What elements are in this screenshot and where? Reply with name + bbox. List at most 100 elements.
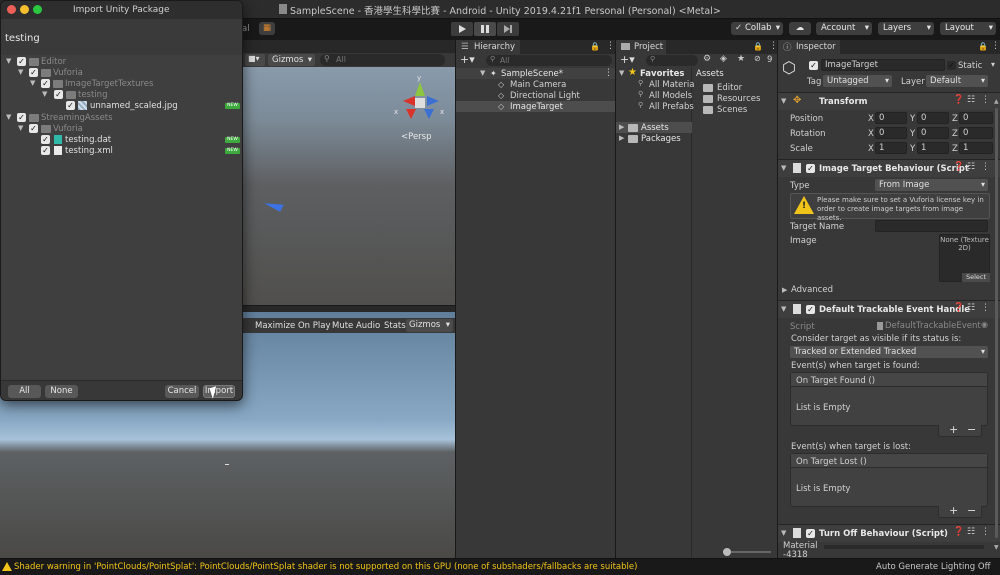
checkbox[interactable]	[29, 124, 38, 133]
expand-arrow-icon[interactable]: ▼	[781, 97, 786, 105]
expand-arrow-icon[interactable]: ▶	[619, 134, 624, 142]
minimize-window-button[interactable]	[20, 5, 29, 14]
add-event-button[interactable]: +	[949, 423, 958, 436]
checkbox[interactable]	[66, 101, 75, 110]
expand-arrow-icon[interactable]: ▶	[619, 123, 624, 131]
more-menu-icon[interactable]: ⋮	[981, 303, 990, 313]
expand-arrow-icon[interactable]: ▼	[18, 124, 23, 132]
preset-icon[interactable]: ☷	[967, 95, 975, 105]
checkbox[interactable]	[17, 57, 26, 66]
account-dropdown[interactable]: Account ▾	[816, 22, 872, 35]
hierarchy-item[interactable]: ◇ ImageTarget	[456, 101, 615, 112]
target-name-field[interactable]	[875, 220, 988, 232]
preset-icon[interactable]: ☷	[967, 162, 975, 172]
select-none-button[interactable]: None	[45, 385, 78, 398]
expand-arrow-icon[interactable]: ▼	[480, 69, 485, 77]
zoom-window-button[interactable]	[33, 5, 42, 14]
label-filter-icon[interactable]: ◈	[720, 54, 727, 64]
select-all-button[interactable]: All	[8, 385, 41, 398]
status-warning-message[interactable]: Shader warning in 'PointClouds/PointSpla…	[14, 562, 637, 572]
checkbox[interactable]	[41, 135, 50, 144]
tree-row[interactable]: ▼ StreamingAssets	[1, 112, 242, 123]
filter-type-icon[interactable]: ⚙	[703, 54, 711, 64]
help-icon[interactable]: ❓	[953, 162, 964, 172]
more-menu-icon[interactable]: ⋮	[981, 95, 990, 105]
create-plus-icon[interactable]: +▾	[460, 53, 475, 66]
active-checkbox[interactable]	[809, 61, 818, 70]
tree-row[interactable]: testing.xml NEW	[1, 145, 242, 156]
asset-folder[interactable]: Editor	[693, 82, 777, 93]
tree-row[interactable]: ▼ Editor	[1, 56, 242, 67]
cloud-button[interactable]: ☁	[789, 22, 811, 35]
component-enabled-checkbox[interactable]	[806, 305, 815, 314]
icon-size-slider[interactable]	[723, 548, 771, 556]
tree-row-assets[interactable]: ▶ Assets	[616, 122, 692, 133]
favorite-item[interactable]: ⚲ All Models	[616, 90, 692, 101]
checkbox[interactable]	[29, 68, 38, 77]
remove-event-button[interactable]: −	[967, 504, 976, 517]
position-z-field[interactable]: 0	[959, 112, 993, 124]
expand-arrow-icon[interactable]: ▼	[6, 113, 11, 121]
scene-gizmos-dropdown[interactable]: Gizmos ▾	[268, 54, 315, 66]
step-button[interactable]	[497, 22, 519, 36]
tab-project[interactable]: Project	[616, 40, 666, 54]
asset-folder[interactable]: Scenes	[693, 104, 777, 115]
hierarchy-item[interactable]: ◇ Main Camera	[456, 79, 615, 90]
tree-row[interactable]: testing.dat NEW	[1, 134, 242, 145]
advanced-foldout[interactable]: ▶ Advanced	[778, 284, 1000, 296]
type-dropdown[interactable]: From Image	[875, 179, 988, 191]
more-menu-icon[interactable]: ⋮	[991, 41, 1000, 51]
expand-arrow-icon[interactable]: ▼	[619, 69, 624, 77]
tree-row[interactable]: unnamed_scaled.jpg NEW	[1, 100, 242, 111]
expand-arrow-icon[interactable]: ▼	[30, 79, 35, 87]
layer-dropdown[interactable]: Default	[926, 75, 988, 87]
cancel-button[interactable]: Cancel	[165, 385, 199, 398]
object-picker-icon[interactable]: ◉	[981, 320, 988, 329]
help-icon[interactable]: ❓	[953, 95, 964, 105]
stats-toggle[interactable]: Stats	[381, 321, 409, 331]
status-filter-dropdown[interactable]: Tracked or Extended Tracked	[790, 346, 988, 358]
static-checkbox[interactable]	[947, 61, 956, 70]
chevron-down-icon[interactable]: ▾	[991, 60, 995, 69]
expand-arrow-icon[interactable]: ▼	[781, 529, 786, 537]
more-menu-icon[interactable]: ⋮	[981, 162, 990, 172]
hierarchy-item[interactable]: ◇ Directional Light	[456, 90, 615, 101]
expand-arrow-icon[interactable]: ▼	[781, 305, 786, 313]
project-search-input[interactable]: ⚲	[646, 55, 698, 66]
layout-dropdown[interactable]: Layout ▾	[940, 22, 996, 35]
checkbox[interactable]	[41, 79, 50, 88]
scale-x-field[interactable]: 1	[875, 142, 907, 154]
maximize-on-play-toggle[interactable]: Maximize On Play	[252, 321, 333, 331]
position-x-field[interactable]: 0	[875, 112, 907, 124]
tab-inspector[interactable]: ⓘ Inspector	[778, 40, 840, 54]
rotation-x-field[interactable]: 0	[875, 127, 907, 139]
preset-icon[interactable]: ☷	[967, 303, 975, 313]
more-menu-icon[interactable]: ⋮	[981, 527, 990, 537]
select-image-button[interactable]: Select	[962, 273, 990, 282]
lock-icon[interactable]: 🔒	[753, 42, 763, 51]
scene-row[interactable]: ▼ ✦ SampleScene* ⋮	[456, 68, 615, 79]
scale-y-field[interactable]: 1	[917, 142, 949, 154]
preset-icon[interactable]: ☷	[967, 527, 975, 537]
lighting-status[interactable]: Auto Generate Lighting Off	[876, 562, 990, 572]
turn-off-header[interactable]: ▼ Turn Off Behaviour (Script) ❓ ☷ ⋮	[778, 524, 1000, 542]
expand-arrow-icon[interactable]: ▼	[42, 90, 47, 98]
image-target-header[interactable]: ▼ Image Target Behaviour (Script ❓ ☷ ⋮	[778, 159, 1000, 177]
expand-arrow-icon[interactable]: ▼	[6, 57, 11, 65]
checkbox[interactable]	[17, 113, 26, 122]
inspector-scrollbar[interactable]: ▲ ▼	[994, 98, 999, 553]
more-menu-icon[interactable]: ⋮	[606, 41, 615, 51]
tree-row-packages[interactable]: ▶ Packages	[616, 133, 692, 144]
play-button[interactable]	[451, 22, 473, 36]
asset-folder[interactable]: Resources	[693, 93, 777, 104]
add-event-button[interactable]: +	[949, 504, 958, 517]
tag-dropdown[interactable]: Untagged	[823, 75, 892, 87]
rotation-y-field[interactable]: 0	[917, 127, 949, 139]
hierarchy-search-input[interactable]: ⚲ All	[486, 55, 612, 66]
slider-thumb[interactable]	[723, 548, 731, 556]
camera-dropdown[interactable]: ■▾	[245, 54, 265, 66]
more-menu-icon[interactable]: ⋮	[604, 68, 613, 78]
material-divider[interactable]	[824, 545, 984, 549]
image-object-field[interactable]: None (Texture 2D) Select	[939, 234, 990, 282]
rotation-z-field[interactable]: 0	[959, 127, 993, 139]
